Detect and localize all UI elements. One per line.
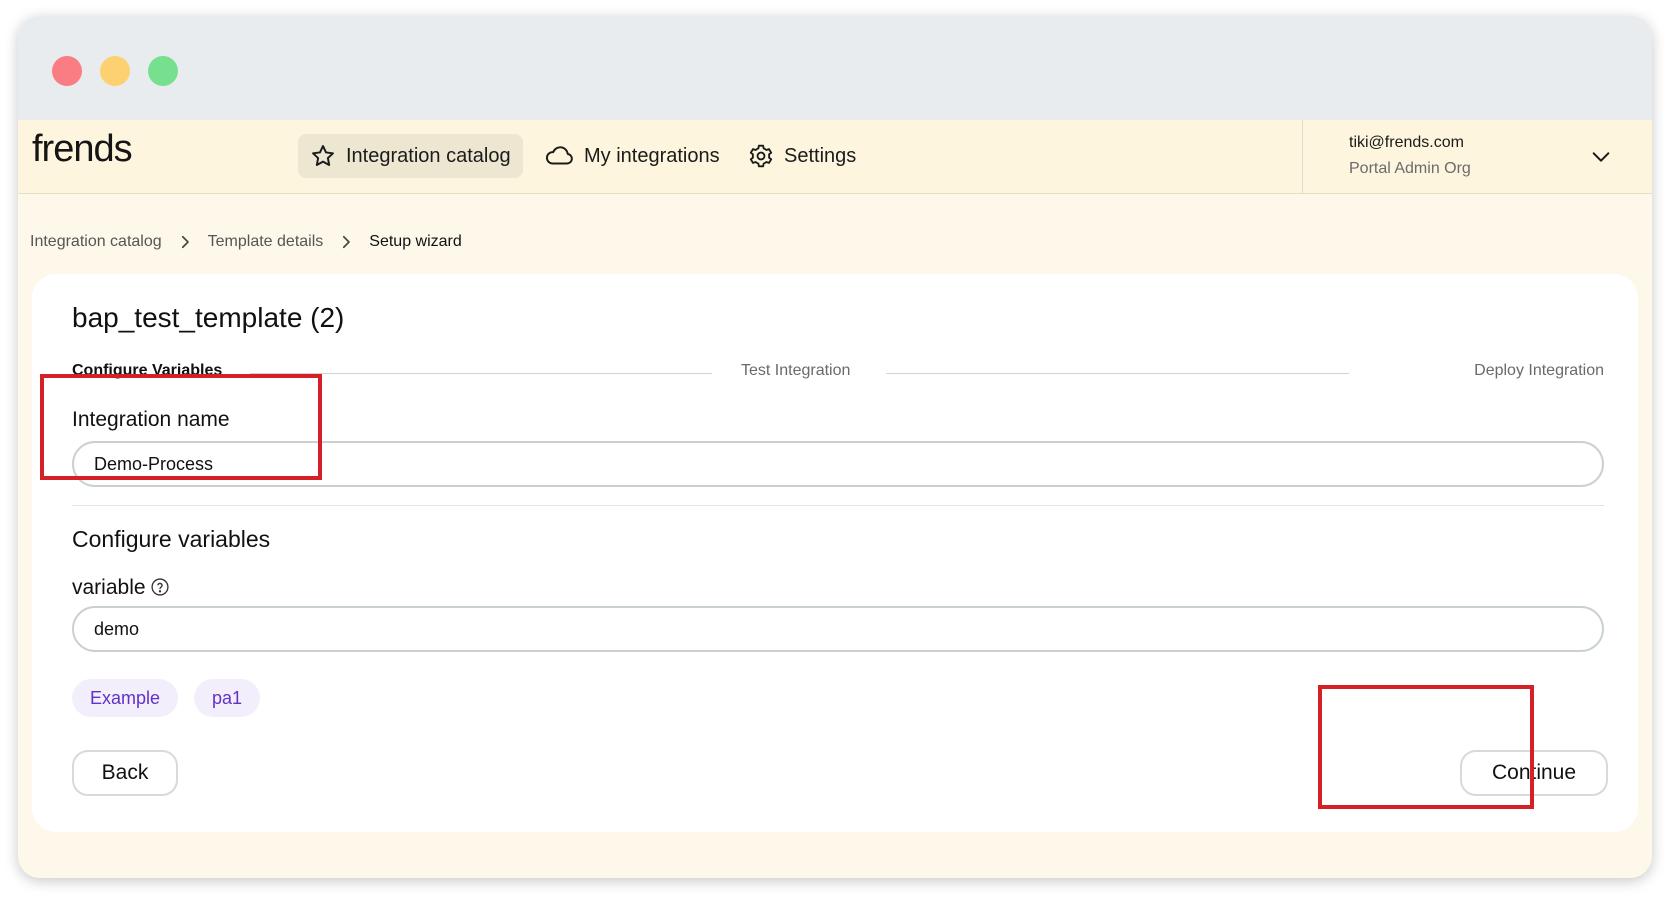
variable-label: variable xyxy=(72,576,170,600)
chevron-down-icon[interactable] xyxy=(1590,146,1612,168)
chevron-right-icon xyxy=(343,235,351,249)
star-icon xyxy=(312,145,334,166)
nav-integration-catalog[interactable]: Integration catalog xyxy=(298,134,523,178)
section-divider xyxy=(72,505,1604,506)
variable-input[interactable] xyxy=(72,606,1604,652)
nav-settings[interactable]: Settings xyxy=(736,134,868,178)
example-chip[interactable]: Example xyxy=(72,679,179,717)
nav-my-integrations[interactable]: My integrations xyxy=(532,134,732,178)
nav-item-label: Settings xyxy=(784,144,857,167)
breadcrumb: Integration catalog Template details Set… xyxy=(30,230,462,254)
breadcrumb-template-details[interactable]: Template details xyxy=(208,233,324,251)
cloud-icon xyxy=(545,146,573,165)
integration-name-input[interactable] xyxy=(72,441,1604,487)
account-email: tiki@frends.com xyxy=(1349,134,1464,151)
gear-icon xyxy=(749,144,773,168)
variable-label-text: variable xyxy=(72,576,146,599)
breadcrumb-integration-catalog[interactable]: Integration catalog xyxy=(30,233,162,251)
account-menu[interactable]: tiki@frends.com Portal Admin Org xyxy=(1302,120,1652,194)
window-titlebar xyxy=(18,16,1652,120)
pa1-chip[interactable]: pa1 xyxy=(194,679,261,717)
breadcrumb-setup-wizard: Setup wizard xyxy=(369,233,462,250)
step-configure-variables: Configure Variables xyxy=(72,362,223,379)
account-org: Portal Admin Org xyxy=(1349,160,1471,177)
page-title: bap_test_template (2) xyxy=(72,302,345,333)
step-test-integration: Test Integration xyxy=(741,362,851,379)
nav-item-label: My integrations xyxy=(584,144,720,167)
window-minimize-button[interactable] xyxy=(100,56,130,86)
frends-logo[interactable]: frends xyxy=(32,128,133,171)
configure-variables-heading: Configure variables xyxy=(72,526,271,552)
continue-button[interactable]: Continue xyxy=(1460,750,1608,796)
app-window: frends Integration catalog My integratio… xyxy=(18,16,1652,878)
help-icon[interactable] xyxy=(150,577,170,597)
setup-wizard-card: bap_test_template (2) Configure Variable… xyxy=(32,274,1638,832)
step-connector xyxy=(886,373,1349,374)
window-close-button[interactable] xyxy=(52,56,82,86)
integration-name-label: Integration name xyxy=(72,408,230,431)
top-navbar: frends Integration catalog My integratio… xyxy=(18,120,1652,194)
chevron-right-icon xyxy=(181,235,189,249)
step-deploy-integration: Deploy Integration xyxy=(1474,362,1604,379)
wizard-steps: Configure Variables Test Integration Dep… xyxy=(72,362,1604,386)
step-connector xyxy=(250,373,712,374)
nav-item-label: Integration catalog xyxy=(346,144,511,167)
back-button[interactable]: Back xyxy=(72,750,178,796)
window-maximize-button[interactable] xyxy=(148,56,178,86)
